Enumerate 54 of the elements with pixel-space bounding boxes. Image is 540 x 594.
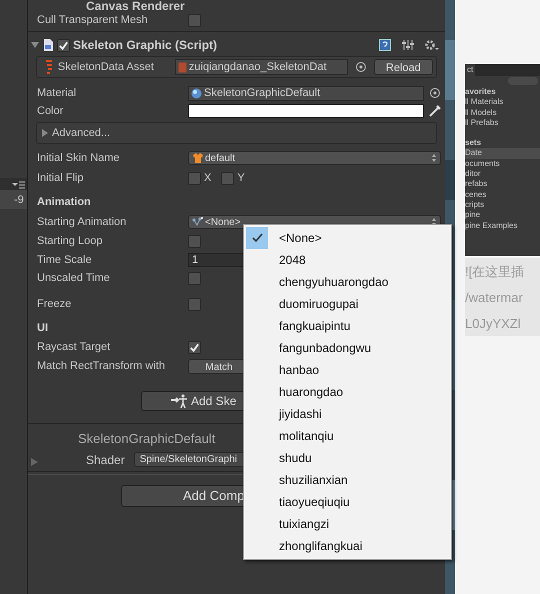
field-label: Unscaled Time xyxy=(37,271,111,286)
field-label: Color xyxy=(37,104,64,119)
field-label: Shader xyxy=(86,452,125,468)
field-label: Initial Skin Name xyxy=(37,150,121,166)
tree-heading: avorites xyxy=(465,87,497,98)
panel-tab[interactable]: ct xyxy=(465,64,476,76)
tree-item[interactable]: ocuments xyxy=(465,158,540,170)
field-label: Cull Transparent Mesh xyxy=(37,13,149,28)
reload-button[interactable]: Reload xyxy=(374,59,433,75)
checkbox-label: Y xyxy=(237,170,245,186)
tree-item[interactable]: refabs xyxy=(465,179,540,190)
object-field[interactable]: zuiqiangdanao_SkeletonDat xyxy=(174,59,348,75)
editor-text: /watermar xyxy=(465,289,524,307)
component-title: Skeleton Graphic (Script) xyxy=(73,37,218,54)
editor-text: L0JyYXZl xyxy=(465,315,522,333)
field-label: Raycast Target xyxy=(37,340,112,356)
dropdown[interactable]: default xyxy=(188,151,441,165)
field-label: Time Scale xyxy=(37,252,93,268)
editor-text: ![在这里插 xyxy=(465,263,526,281)
field-label: Initial Flip xyxy=(37,170,84,186)
material-name: SkeletonGraphicDefault xyxy=(78,430,216,448)
foldout-label: Advanced... xyxy=(52,126,110,141)
section-title: Animation xyxy=(37,194,91,210)
object-field[interactable]: SkeletonGraphicDefault xyxy=(188,86,424,100)
field-label: Starting Loop xyxy=(37,234,104,250)
tree-item[interactable]: ll Prefabs xyxy=(465,118,540,128)
tree-heading: sets xyxy=(465,138,482,148)
menu-item[interactable]: fangkuaipintu xyxy=(244,315,451,337)
field-label: Material xyxy=(37,86,78,101)
section-title: UI xyxy=(37,320,48,336)
tree-item[interactable]: ll Materials xyxy=(465,97,540,108)
field-label: SkeletonData Asset xyxy=(58,60,155,75)
tree-item[interactable]: Date xyxy=(465,148,540,159)
checkbox-label: X xyxy=(204,170,212,186)
tree-item[interactable]: pine Examples xyxy=(465,220,540,231)
tree-item[interactable]: cripts xyxy=(465,200,540,210)
menu-item[interactable]: molitanqiu xyxy=(244,425,451,447)
menu-item[interactable]: chengyuhuarongdao xyxy=(244,271,451,293)
tree-item[interactable]: pine xyxy=(465,210,540,221)
tree-item[interactable]: ditor xyxy=(465,169,540,180)
menu-item[interactable]: tuixiangzi xyxy=(244,513,451,535)
field-label: Starting Animation xyxy=(37,214,128,230)
cell-value: -9 xyxy=(0,190,27,208)
menu-item[interactable]: 2048 xyxy=(244,249,451,271)
field-label: Match RectTransform with xyxy=(37,358,166,374)
tree-item[interactable]: cenes xyxy=(465,190,540,200)
foldout-panel[interactable]: Advanced... xyxy=(36,122,437,144)
field-label: Freeze xyxy=(37,297,72,312)
component-title: Canvas Renderer xyxy=(86,1,185,11)
menu-item[interactable]: duomiruogupai xyxy=(244,293,451,315)
menu-item[interactable]: zhonglifangkuai xyxy=(244,535,451,557)
tree-item[interactable]: ll Models xyxy=(465,108,540,118)
menu-item[interactable]: fangunbadongwu xyxy=(244,337,451,359)
menu-item[interactable]: <None> xyxy=(244,227,451,249)
